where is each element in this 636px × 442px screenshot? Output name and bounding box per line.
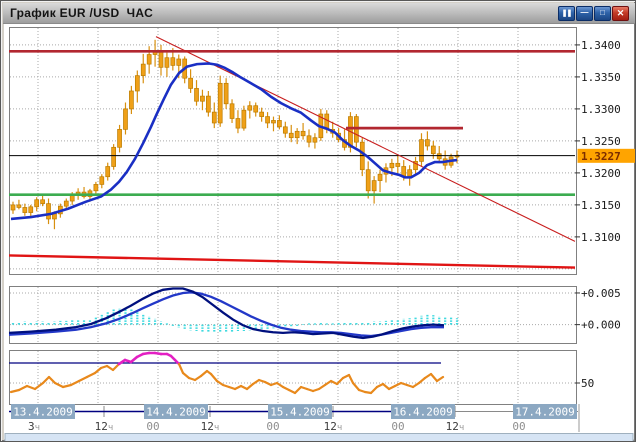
candle-body: [218, 83, 222, 123]
candle-body: [248, 106, 252, 110]
candle-body: [301, 131, 305, 135]
time-tick-label: 12ч: [201, 420, 220, 433]
candle-body: [129, 91, 133, 109]
candle-body: [402, 166, 406, 176]
candle-body: [408, 170, 412, 176]
candle-body: [100, 177, 104, 185]
time-tick-label: 00: [266, 420, 279, 433]
candle-body: [195, 88, 199, 101]
candle-body: [135, 76, 139, 91]
candle-body: [313, 138, 317, 142]
axis-tick-label: +0.005: [581, 287, 621, 300]
time-tick-label: 3ч: [28, 420, 40, 433]
current-price-label: 1.3227: [581, 150, 621, 163]
candle-body: [165, 58, 169, 68]
time-tick-label: 12ч: [324, 420, 343, 433]
date-chip-label: 14.4.2009: [146, 406, 206, 419]
candle-body: [112, 147, 116, 166]
candle-body: [41, 200, 45, 204]
window-titlebar[interactable]: График EUR /USD ЧАС ❚❚ — □ ✕: [3, 3, 635, 24]
axis-tick-label: 50: [581, 377, 594, 390]
candle-body: [177, 59, 181, 65]
candle-body: [171, 58, 175, 66]
axis-tick-label: 1.3250: [581, 135, 621, 148]
horizontal-scrollbar[interactable]: [5, 434, 633, 442]
candle-body: [94, 184, 98, 190]
candle-body: [236, 119, 240, 129]
maximize-button[interactable]: □: [594, 6, 611, 21]
chart-canvas[interactable]: Simple_Moving_Average MACD RSI 1.34001.3…: [1, 1, 636, 442]
main-panel-frame: [10, 28, 577, 275]
axis-tick-label: 1.3200: [581, 167, 621, 180]
close-button[interactable]: ✕: [612, 6, 629, 21]
time-tick-label: 00: [391, 420, 404, 433]
candle-body: [390, 163, 394, 167]
candle-body: [17, 205, 21, 208]
time-tick-label: 12ч: [95, 420, 114, 433]
candle-body: [147, 55, 151, 65]
date-chip-label: 13.4.2009: [13, 406, 73, 419]
chart-window: Simple_Moving_Average MACD RSI 1.34001.3…: [0, 0, 636, 442]
candle-body: [11, 205, 15, 210]
candle-body: [419, 140, 423, 162]
axis-tick-label: 1.3100: [581, 231, 621, 244]
candle-body: [35, 200, 39, 207]
candle-body: [23, 207, 27, 212]
minimize-button[interactable]: —: [576, 6, 593, 21]
window-title: График EUR /USD ЧАС: [3, 6, 558, 20]
candle-body: [283, 127, 287, 133]
axis-tick-label: 1.3300: [581, 103, 621, 116]
candle-body: [206, 96, 210, 112]
candle-body: [260, 112, 264, 116]
candle-body: [159, 51, 163, 67]
candle-body: [271, 120, 275, 123]
date-chip-label: 16.4.2009: [393, 406, 453, 419]
time-tick-label: 00: [146, 420, 159, 433]
candle-body: [372, 181, 376, 191]
candle-body: [47, 204, 51, 219]
candle-body: [29, 207, 33, 213]
candle-body: [70, 195, 74, 201]
candle-body: [230, 104, 234, 119]
price-axis: 1.3400 1.3350 1.3300 1.3250 1.3200 1.3150 1.31…: [575, 39, 636, 390]
candle-body: [189, 78, 193, 88]
scrollbar-area[interactable]: [5, 434, 633, 442]
candle-body: [437, 154, 441, 159]
candle-body: [289, 133, 293, 137]
axis-tick-label: 1.3400: [581, 39, 621, 52]
date-chip-label: 17.4.2009: [515, 406, 575, 419]
time-tick-label: 12ч: [446, 420, 465, 433]
candle-body: [141, 64, 145, 76]
candle-body: [307, 136, 311, 142]
candle-body: [396, 163, 400, 166]
candle-body: [123, 109, 127, 129]
axis-tick-label: +0.000: [581, 319, 621, 332]
candle-body: [212, 112, 216, 123]
candle-body: [52, 214, 56, 219]
axis-tick-label: 1.3350: [581, 71, 621, 84]
candle-body: [64, 201, 68, 206]
candle-body: [425, 140, 429, 146]
candle-body: [224, 83, 228, 103]
candle-body: [295, 131, 299, 137]
candle-body: [242, 110, 246, 128]
window-controls: ❚❚ — □ ✕: [558, 6, 635, 21]
candle-body: [200, 96, 204, 101]
time-tick-label: 00: [512, 420, 525, 433]
candle-body: [254, 106, 258, 112]
candle-body: [431, 146, 435, 154]
panel-grid: [10, 28, 577, 405]
axis-tick-label: 1.3150: [581, 199, 621, 212]
candle-body: [266, 117, 270, 123]
candle-body: [277, 120, 281, 126]
candle-body: [118, 129, 122, 147]
candle-body: [366, 170, 370, 191]
pause-button[interactable]: ❚❚: [558, 6, 575, 21]
date-chip-label: 15.4.2009: [270, 406, 330, 419]
candle-body: [106, 166, 110, 176]
candle-body: [378, 174, 382, 180]
macd-panel-frame: [10, 287, 577, 344]
rsi-panel-frame: [10, 351, 577, 405]
date-axis: 13.4.2009 14.4.2009 15.4.2009 16.4.2009 17.4…: [9, 404, 579, 433]
